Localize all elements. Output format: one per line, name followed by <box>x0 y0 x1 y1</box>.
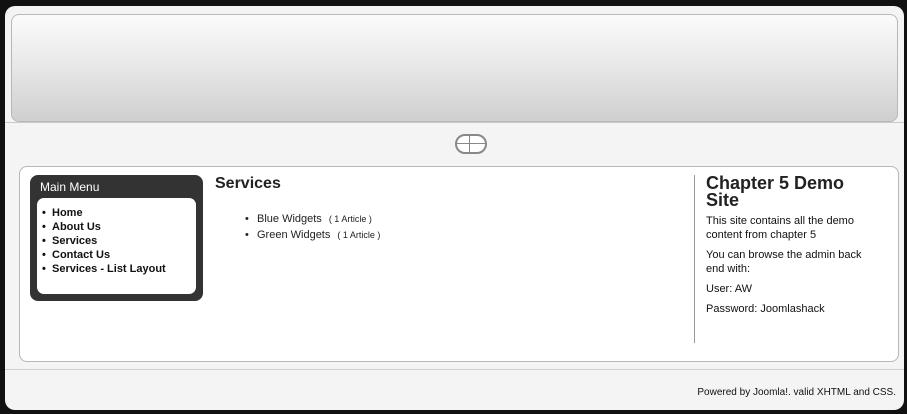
main-menu: Main Menu Home About Us Services Contact… <box>30 175 203 301</box>
sidebar-paragraph: You can browse the admin back end with: <box>706 249 862 275</box>
sidebar-paragraph: Password: Joomlashack <box>706 303 825 315</box>
menu-item-about-us[interactable]: About Us <box>42 220 196 234</box>
site-page: Main Menu Home About Us Services Contact… <box>5 6 904 410</box>
site-header <box>11 14 898 122</box>
menu-item-services[interactable]: Services <box>42 234 196 248</box>
header-toggle-icon[interactable] <box>455 134 487 154</box>
main-menu-list: Home About Us Services Contact Us Servic… <box>37 198 196 276</box>
page-title: Services <box>215 175 281 192</box>
article-count: ( 1 Article ) <box>328 214 372 224</box>
header-divider <box>5 122 904 123</box>
sidebar-divider <box>694 175 695 343</box>
sidebar-title: Chapter 5 Demo Site <box>706 173 845 210</box>
menu-item-home[interactable]: Home <box>42 206 196 220</box>
site-footer: Powered by Joomla!. valid XHTML and CSS. <box>5 369 904 410</box>
category-item-blue-widgets[interactable]: Blue Widgets ( 1 Article ) <box>245 211 380 227</box>
main-menu-panel: Home About Us Services Contact Us Servic… <box>37 198 196 294</box>
article-count: ( 1 Article ) <box>337 230 381 240</box>
category-link[interactable]: Blue Widgets <box>257 213 322 225</box>
sidebar: Chapter 5 Demo Site This site contains a… <box>706 173 880 322</box>
powered-by-text: Powered by Joomla!. valid XHTML and CSS. <box>697 387 896 398</box>
menu-item-services-list-layout[interactable]: Services - List Layout <box>42 262 196 276</box>
sidebar-paragraph: This site contains all the demo content … <box>706 215 854 241</box>
category-item-green-widgets[interactable]: Green Widgets ( 1 Article ) <box>245 227 380 243</box>
sidebar-paragraph: User: AW <box>706 283 753 295</box>
menu-item-contact-us[interactable]: Contact Us <box>42 248 196 262</box>
main-menu-title: Main Menu <box>40 180 100 194</box>
content-area: Main Menu Home About Us Services Contact… <box>19 166 899 362</box>
category-link[interactable]: Green Widgets <box>257 229 330 241</box>
category-list: Blue Widgets ( 1 Article ) Green Widgets (… <box>245 211 380 243</box>
